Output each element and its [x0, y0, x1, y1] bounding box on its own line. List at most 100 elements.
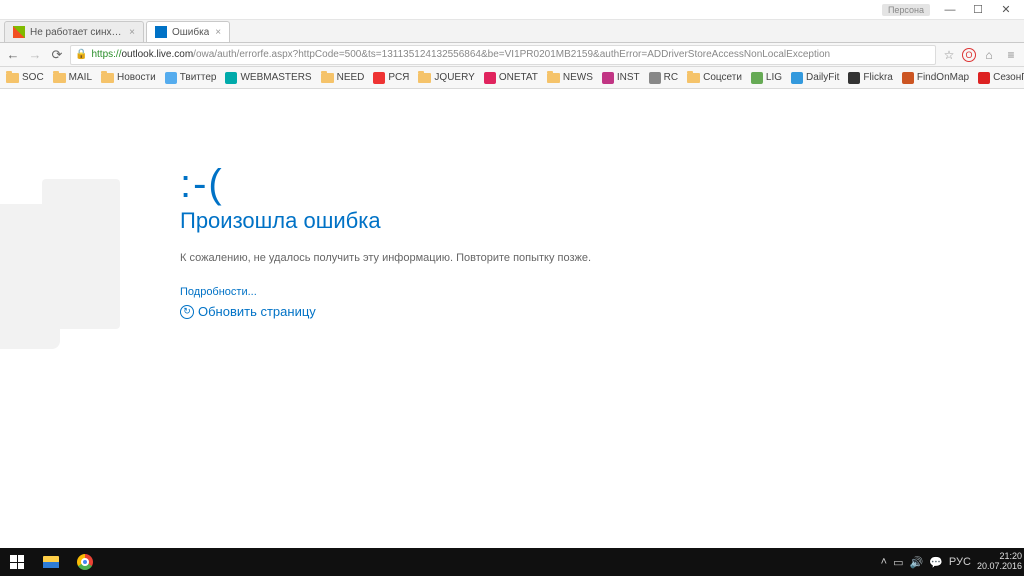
- error-details-link[interactable]: Подробности...: [180, 286, 591, 298]
- bookmark-label: MAIL: [69, 72, 92, 83]
- bookmark-item[interactable]: ONETAT: [484, 72, 538, 84]
- volume-icon[interactable]: 🔊: [910, 556, 924, 569]
- folder-icon: [687, 73, 700, 83]
- bookmarks-bar: SOC MAIL Новости Твиттер WEBMASTERS NEED РСЯ JQ…: [0, 67, 1024, 89]
- bookmark-item[interactable]: РСЯ: [373, 72, 409, 84]
- file-explorer-icon: [43, 556, 59, 568]
- url-path: /owa/auth/errorfe.aspx?httpCode=500&ts=1…: [193, 49, 830, 60]
- refresh-label: Обновить страницу: [198, 304, 316, 319]
- bookmark-item[interactable]: INST: [602, 72, 640, 84]
- reload-button[interactable]: ⟳: [48, 46, 66, 64]
- tab-label: Не работает синхрониз…: [30, 27, 123, 38]
- outlook-watermark-icon: [0, 149, 130, 409]
- bookmark-item[interactable]: LIG: [751, 72, 782, 84]
- maximize-button[interactable]: ☐: [964, 1, 992, 19]
- bookmark-label: RC: [664, 72, 678, 83]
- bookmark-item[interactable]: Соцсети: [687, 72, 742, 83]
- opera-icon[interactable]: O: [962, 48, 976, 62]
- system-tray: ˄ ▭ 🔊 💬 РУС 21:20 20.07.2016: [881, 548, 1024, 576]
- windows-logo-icon: [10, 555, 24, 569]
- url-protocol: https://: [91, 49, 121, 60]
- bookmark-item[interactable]: WEBMASTERS: [225, 72, 311, 84]
- folder-icon: [101, 73, 114, 83]
- taskbar-app-chrome[interactable]: [68, 548, 102, 576]
- star-icon[interactable]: ☆: [940, 46, 958, 64]
- tray-chevron-icon[interactable]: ˄: [881, 556, 887, 568]
- start-button[interactable]: [0, 548, 34, 576]
- site-icon: [165, 72, 177, 84]
- bookmark-label: Соцсети: [703, 72, 742, 83]
- bookmark-label: Твиттер: [180, 72, 217, 83]
- bookmark-label: NEWS: [563, 72, 593, 83]
- lock-icon: 🔒: [75, 49, 87, 60]
- page-content: :-( Произошла ошибка К сожалению, не уда…: [0, 89, 1024, 548]
- bookmark-label: WEBMASTERS: [240, 72, 311, 83]
- error-message: К сожалению, не удалось получить эту инф…: [180, 252, 591, 264]
- taskbar: ˄ ▭ 🔊 💬 РУС 21:20 20.07.2016: [0, 548, 1024, 576]
- tab-close-icon[interactable]: ×: [215, 27, 221, 38]
- bookmark-item[interactable]: FindOnMap: [902, 72, 969, 84]
- bookmark-label: Новости: [117, 72, 156, 83]
- browser-tab[interactable]: Не работает синхрониз… ×: [4, 21, 144, 42]
- bookmark-item[interactable]: Новости: [101, 72, 156, 83]
- chrome-icon: [77, 554, 93, 570]
- refresh-page-link[interactable]: ↻ Обновить страницу: [180, 304, 591, 319]
- bookmark-item[interactable]: СезонПродукт: [978, 72, 1024, 84]
- input-language[interactable]: РУС: [949, 556, 971, 568]
- site-icon: [602, 72, 614, 84]
- network-icon[interactable]: ▭: [893, 556, 903, 569]
- folder-icon: [547, 73, 560, 83]
- bookmark-item[interactable]: Flickra: [848, 72, 892, 84]
- minimize-button[interactable]: —: [936, 1, 964, 19]
- bookmark-label: FindOnMap: [917, 72, 969, 83]
- bookmark-item[interactable]: NEWS: [547, 72, 593, 83]
- bookmark-label: ONETAT: [499, 72, 538, 83]
- error-block: :-( Произошла ошибка К сожалению, не уда…: [180, 164, 591, 319]
- bookmark-item[interactable]: Твиттер: [165, 72, 217, 84]
- bookmark-item[interactable]: MAIL: [53, 72, 92, 83]
- profile-chip[interactable]: Персона: [882, 4, 930, 16]
- sad-face-icon: :-(: [180, 164, 591, 204]
- refresh-icon: ↻: [180, 305, 194, 319]
- notifications-icon[interactable]: 💬: [929, 556, 943, 569]
- folder-icon: [6, 73, 19, 83]
- bookmark-item[interactable]: NEED: [321, 72, 365, 83]
- bookmark-label: INST: [617, 72, 640, 83]
- browser-tab[interactable]: Ошибка ×: [146, 21, 230, 42]
- extensions-icon[interactable]: ⌂: [980, 46, 998, 64]
- taskbar-app-explorer[interactable]: [34, 548, 68, 576]
- forward-button[interactable]: →: [26, 46, 44, 64]
- bookmark-label: SOC: [22, 72, 44, 83]
- favicon-icon: [155, 26, 167, 38]
- bookmark-item[interactable]: JQUERY: [418, 72, 474, 83]
- site-icon: [902, 72, 914, 84]
- window-titlebar: Персона — ☐ ✕: [0, 0, 1024, 20]
- bookmark-item[interactable]: SOC: [6, 72, 44, 83]
- tab-close-icon[interactable]: ×: [129, 27, 135, 38]
- bookmark-label: РСЯ: [388, 72, 409, 83]
- toolbar: ← → ⟳ 🔒 https://outlook.live.com/owa/aut…: [0, 43, 1024, 67]
- tab-strip: Не работает синхрониз… × Ошибка ×: [0, 20, 1024, 43]
- clock[interactable]: 21:20 20.07.2016: [977, 552, 1022, 572]
- site-icon: [649, 72, 661, 84]
- site-icon: [978, 72, 990, 84]
- site-icon: [484, 72, 496, 84]
- bookmark-label: JQUERY: [434, 72, 474, 83]
- site-icon: [751, 72, 763, 84]
- bookmark-label: СезонПродукт: [993, 72, 1024, 83]
- back-button[interactable]: ←: [4, 46, 22, 64]
- menu-icon[interactable]: ≡: [1002, 46, 1020, 64]
- site-icon: [848, 72, 860, 84]
- close-button[interactable]: ✕: [992, 1, 1020, 19]
- folder-icon: [418, 73, 431, 83]
- bookmark-item[interactable]: DailyFit: [791, 72, 839, 84]
- favicon-icon: [13, 26, 25, 38]
- error-title: Произошла ошибка: [180, 208, 591, 234]
- site-icon: [791, 72, 803, 84]
- bookmark-label: LIG: [766, 72, 782, 83]
- folder-icon: [321, 73, 334, 83]
- site-icon: [225, 72, 237, 84]
- address-bar[interactable]: 🔒 https://outlook.live.com/owa/auth/erro…: [70, 45, 936, 65]
- site-icon: [373, 72, 385, 84]
- bookmark-item[interactable]: RC: [649, 72, 678, 84]
